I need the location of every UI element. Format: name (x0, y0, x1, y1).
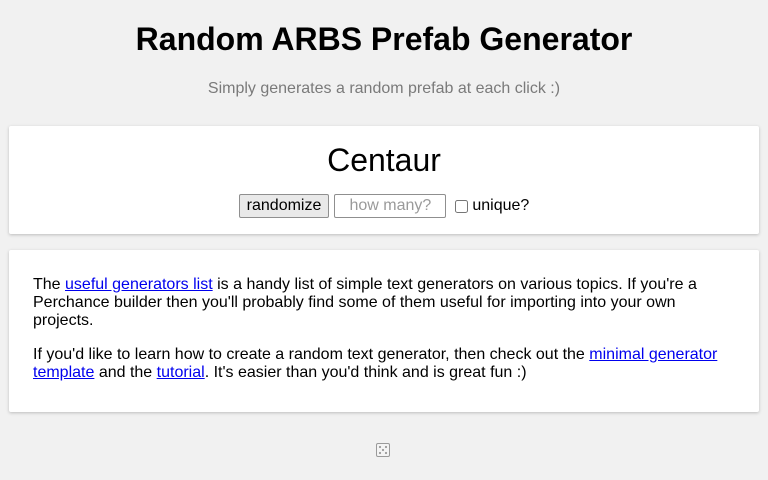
page-title: Random ARBS Prefab Generator (135, 21, 633, 57)
info-p2-suffix: . It's easier than you'd think and is gr… (204, 364, 527, 381)
randomize-button[interactable]: randomize (238, 194, 330, 218)
info-card: The useful generators list is a handy li… (9, 250, 759, 412)
unique-checkbox[interactable] (455, 199, 469, 213)
generator-controls: randomize unique? (9, 194, 759, 218)
info-p2-prefix: If you'd like to learn how to create a r… (33, 346, 590, 363)
generator-card: Centaur randomize unique? (9, 126, 759, 234)
tutorial-link[interactable]: tutorial (157, 364, 205, 381)
page-subtitle: Simply generates a random prefab at each… (207, 80, 561, 97)
info-paragraph-tutorial: If you'd like to learn how to create a r… (33, 346, 735, 382)
useful-generators-link[interactable]: useful generators list (65, 276, 213, 293)
info-p1-prefix: The (33, 276, 66, 293)
how-many-input[interactable] (334, 194, 447, 218)
info-p2-middle: and the (94, 364, 157, 381)
info-paragraph-generators: The useful generators list is a handy li… (33, 276, 735, 330)
unique-label[interactable]: unique? (472, 197, 529, 215)
dice-icon[interactable] (376, 443, 390, 457)
generated-result: Centaur (327, 142, 441, 178)
